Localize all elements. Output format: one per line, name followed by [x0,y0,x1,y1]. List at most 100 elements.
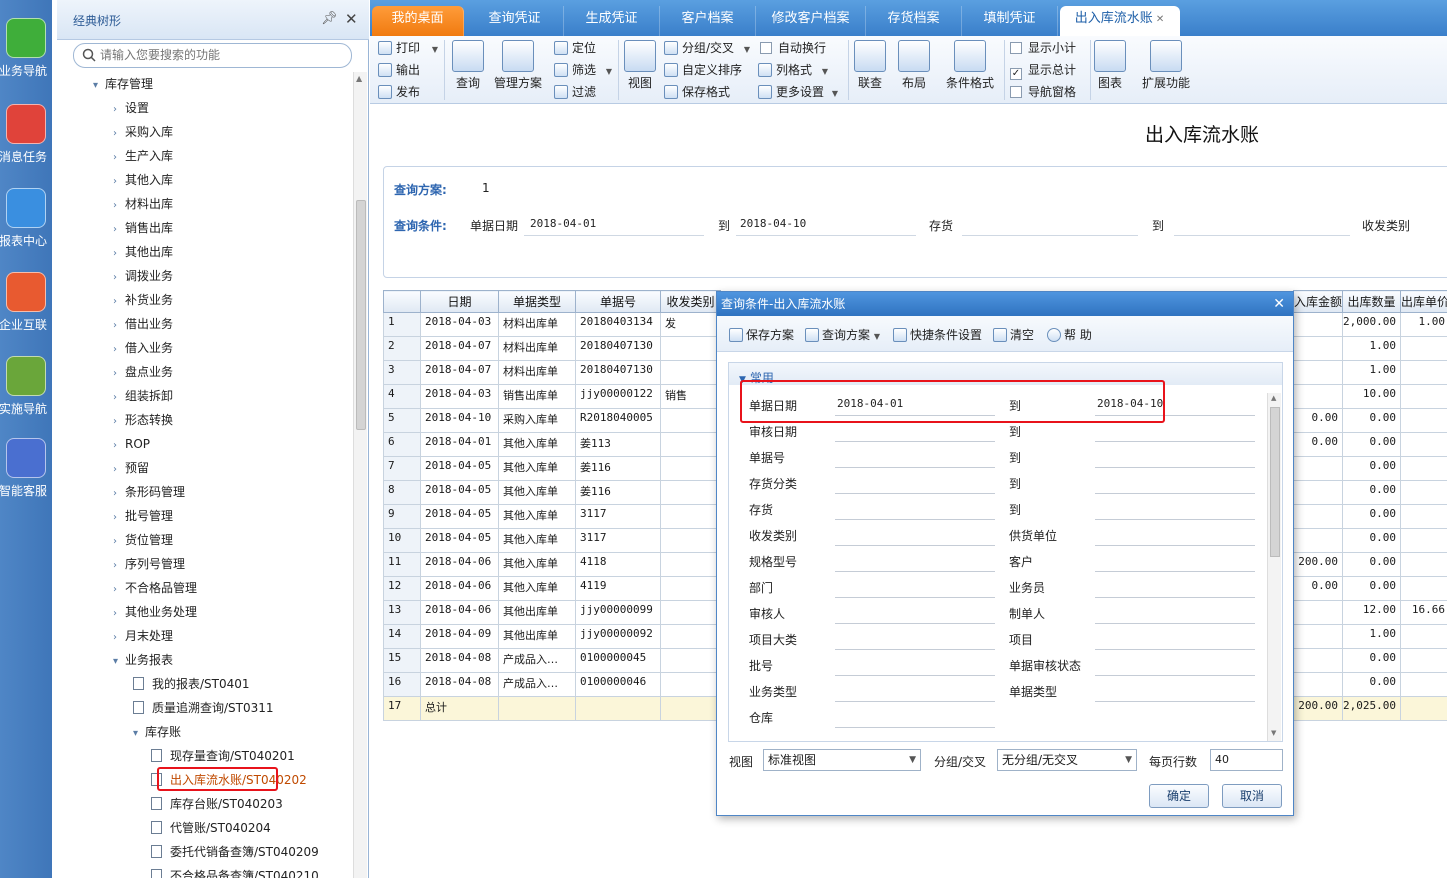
tree-leaf[interactable]: 不合格品备查簿/ST040210 [151,866,319,878]
show-total-checkbox[interactable]: ✓ 显示总计 [1010,60,1076,80]
table-row[interactable]: 8 2018-04-05 其他入库单 姜116 [383,480,721,505]
tree-item[interactable]: › 生产入库 [113,146,173,166]
field-input-line[interactable] [835,623,995,624]
table-row[interactable]: 13 2018-04-06 其他出库单 jjy00000099 [383,600,721,625]
column-header[interactable]: 入库金额 [1292,290,1344,313]
tree-item[interactable]: › 组装拆卸 [113,386,173,406]
field-input-line[interactable] [835,649,995,650]
filter2-button[interactable]: 过滤 [554,82,596,102]
field-input-line[interactable] [1095,441,1255,442]
left-nav-item-3[interactable]: 企业互联 [0,272,52,333]
table-row[interactable]: 1 2018-04-03 材料出库单 20180403134 发 [383,312,721,337]
table-row[interactable]: 12 2018-04-06 其他入库单 4119 [383,576,721,601]
left-nav-item-4[interactable]: 实施导航 [0,356,52,417]
table-row[interactable]: 0.00 [1292,648,1447,673]
tree-item[interactable]: › 采购入库 [113,122,173,142]
tree-scrollbar[interactable]: ▲ [353,72,367,878]
field-input-line[interactable] [1095,493,1255,494]
tree-item[interactable]: › 形态转换 [113,410,173,430]
left-nav-item-1[interactable]: 消息任务 [0,104,52,165]
field-input-line[interactable] [1095,701,1255,702]
scroll-down-icon[interactable]: ▼ [1271,729,1276,737]
column-header[interactable]: 出库单价 [1399,290,1447,313]
view-select[interactable]: 标准视图 ▼ [763,749,921,771]
dialog-close-icon[interactable]: ✕ [1273,292,1285,316]
export-button[interactable]: 输出 [378,60,420,80]
tree-leaf[interactable]: 库存台账/ST040203 [151,794,283,814]
tree-item[interactable]: › 补货业务 [113,290,173,310]
left-nav-item-0[interactable]: 业务导航 [0,18,52,79]
field-input-line[interactable] [835,467,995,468]
table-row[interactable]: 3 2018-04-07 材料出库单 20180407130 [383,360,721,385]
table-row[interactable]: 10.00 [1292,384,1447,409]
field-input-line[interactable] [1095,597,1255,598]
nav-pane-checkbox[interactable]: 导航窗格 [1010,82,1076,102]
column-header[interactable]: 收发类别 [660,290,721,313]
table-row[interactable]: 0.00 [1292,672,1447,697]
tree-leaf[interactable]: 代管账/ST040204 [151,818,271,838]
column-header[interactable]: 出库数量 [1342,290,1401,313]
tree-item[interactable]: › 不合格品管理 [113,578,197,598]
tree-item[interactable]: › 其他入库 [113,170,173,190]
table-row[interactable]: 0.00 0.00 [1292,576,1447,601]
table-row[interactable]: 0.00 [1292,480,1447,505]
tree-leaf[interactable]: 现存量查询/ST040201 [151,746,295,766]
tab-1[interactable]: 查询凭证 [466,6,564,36]
table-row[interactable]: 16 2018-04-08 产成品入… 0100000046 [383,672,721,697]
column-header[interactable]: 单据类型 [498,290,576,313]
tree-leaf[interactable]: 委托代销备查簿/ST040209 [151,842,319,862]
table-row[interactable]: 0.00 0.00 [1292,432,1447,457]
tree-item[interactable]: › ROP [113,434,150,454]
close-icon[interactable]: ✕ [345,10,358,28]
dialog-scrollbar[interactable]: ▲ ▼ [1267,393,1281,741]
tab-4[interactable]: 修改客户档案 [756,6,866,36]
chart-button[interactable]: 图表 [1094,40,1126,91]
table-row[interactable]: 17 总计 [383,696,721,721]
table-row[interactable]: 12.00 16.66 [1292,600,1447,625]
filter-button[interactable]: 筛选 ▼ [554,60,612,80]
field-input-line[interactable] [835,441,995,442]
conditional-format-button[interactable]: 条件格式 [944,40,996,91]
publish-button[interactable]: 发布 [378,82,420,102]
table-row[interactable]: 9 2018-04-05 其他入库单 3117 [383,504,721,529]
tree-item[interactable]: › 序列号管理 [113,554,185,574]
field-input-line[interactable] [835,545,995,546]
help-button[interactable]: 帮 助 [1047,326,1092,343]
field-input-line[interactable] [835,675,995,676]
table-row[interactable]: 10 2018-04-05 其他入库单 3117 [383,528,721,553]
dialog-scroll-thumb[interactable] [1270,407,1280,557]
field-input-line[interactable] [835,597,995,598]
search-box[interactable] [73,43,352,68]
tree-item-reports[interactable]: ▾ 业务报表 [113,650,173,670]
custom-sort-button[interactable]: 自定义排序 [664,60,742,80]
field-input-line[interactable] [1095,467,1255,468]
tree-item[interactable]: › 盘点业务 [113,362,173,382]
view-button[interactable]: 视图 [624,40,656,91]
table-row[interactable]: 0.00 [1292,528,1447,553]
field-input-line[interactable] [835,727,995,728]
save-format-button[interactable]: 保存格式 [664,82,730,102]
field-input-line[interactable] [835,701,995,702]
column-header[interactable] [383,290,421,313]
tree-item[interactable]: › 其他出库 [113,242,173,262]
column-header[interactable]: 单据号 [575,290,661,313]
tree-item[interactable]: › 借出业务 [113,314,173,334]
tree-scroll-thumb[interactable] [356,200,366,430]
more-settings-button[interactable]: 更多设置 ▼ [758,82,838,102]
tree-item[interactable]: › 批号管理 [113,506,173,526]
column-format-button[interactable]: 列格式 ▼ [758,60,828,80]
manage-scheme-button[interactable]: 管理方案 [492,40,544,91]
table-row[interactable]: 1.00 [1292,624,1447,649]
tab-5[interactable]: 存货档案 [866,6,962,36]
table-row[interactable]: 200.00 2,025.00 [1292,696,1447,721]
tree-item[interactable]: › 条形码管理 [113,482,185,502]
column-header[interactable]: 日期 [420,290,499,313]
field-input-line[interactable] [1095,623,1255,624]
left-nav-item-5[interactable]: 智能客服 [0,438,52,499]
link-query-button[interactable]: 联查 [854,40,886,91]
tab-close-icon[interactable]: ✕ [1153,14,1164,25]
table-row[interactable]: 2 2018-04-07 材料出库单 20180407130 [383,336,721,361]
field-input-line[interactable] [1095,519,1255,520]
field-input-line[interactable] [835,519,995,520]
tree-item-root[interactable]: ▾ 库存管理 [93,74,153,94]
